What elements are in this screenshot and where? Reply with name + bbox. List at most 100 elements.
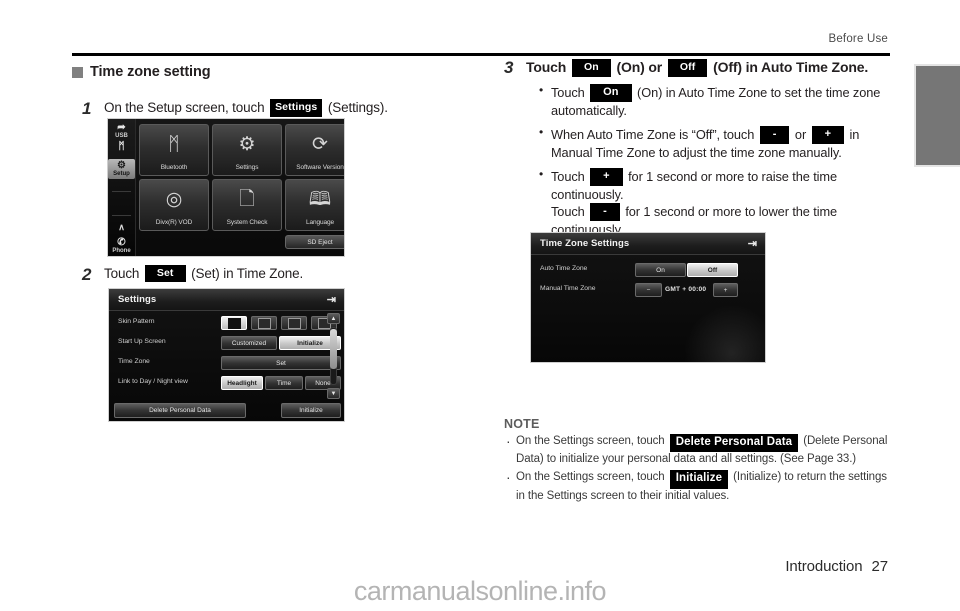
- skin-swatch-1[interactable]: [221, 316, 247, 330]
- sidebar-item-bluetooth[interactable]: ᛗ: [108, 141, 135, 152]
- row-skin-pattern-label: Skin Pattern: [118, 318, 155, 325]
- footer-page-number: 27: [871, 558, 889, 575]
- note-item: On the Settings screen, touch Initialize…: [504, 468, 896, 504]
- step-3-bullet-list: Touch On (On) in Auto Time Zone to set t…: [536, 83, 896, 238]
- time-zone-set-button[interactable]: Set: [221, 356, 341, 370]
- tile-divx-vod[interactable]: ◎ Divx(R) VOD: [139, 179, 209, 231]
- row-manual-time-zone: Manual Time Zone − GMT + 00:00 +: [531, 281, 765, 299]
- scroll-down-arrow-icon[interactable]: ▼: [327, 388, 340, 399]
- tile-system-check-label: System Check: [226, 219, 268, 226]
- note-title: NOTE: [504, 416, 540, 431]
- skin-swatch-2[interactable]: [251, 316, 277, 330]
- settings-title-bar: Settings ⇥: [109, 289, 344, 311]
- back-arrow-icon[interactable]: ⇥: [327, 295, 336, 306]
- step-3-text-before: Touch: [526, 59, 567, 75]
- usb-icon: ➦: [117, 122, 126, 133]
- section-edge-tab: [914, 64, 960, 167]
- tile-settings[interactable]: ⚙ Settings: [212, 124, 282, 176]
- manual-time-zone-value: GMT + 00:00: [665, 286, 707, 293]
- daynight-headlight-button[interactable]: Headlight: [221, 376, 263, 390]
- step-2-text: Touch Set (Set) in Time Zone.: [104, 264, 472, 283]
- auto-time-zone-off-button[interactable]: Off: [687, 263, 738, 277]
- step-1-key-settings: Settings: [270, 99, 323, 117]
- sidebar-item-usb[interactable]: ➦ USB: [108, 122, 135, 139]
- settings-bottom-bar: Delete Personal Data Initialize: [109, 403, 344, 418]
- sidebar-item-usb-label: USB: [115, 133, 128, 139]
- tile-divx-vod-label: Divx(R) VOD: [155, 219, 193, 226]
- time-zone-screen-figure: Time Zone Settings ⇥ Auto Time Zone On O…: [530, 232, 766, 363]
- bluetooth-icon: ᛗ: [118, 141, 125, 152]
- setup-screen-figure: ➦ USB ᛗ ⚙ Setup ∧ ✆ Phone ᛗ Bluetooth ⚙ …: [107, 118, 345, 257]
- settings-initialize-button[interactable]: Initialize: [281, 403, 341, 418]
- manual-time-zone-minus-button[interactable]: −: [635, 283, 662, 297]
- timezone-title: Time Zone Settings: [540, 238, 630, 249]
- disc-icon: ◎: [165, 189, 183, 210]
- step-1: 1 On the Setup screen, touch Settings (S…: [82, 99, 472, 119]
- bluetooth-icon: ᛗ: [168, 134, 180, 155]
- step-2: 2 Touch Set (Set) in Time Zone.: [82, 264, 472, 285]
- auto-time-zone-on-button[interactable]: On: [635, 263, 686, 277]
- delete-personal-data-button[interactable]: Delete Personal Data: [114, 403, 246, 418]
- setup-gear-icon: ⚙: [117, 160, 126, 171]
- step-2-text-before: Touch: [104, 265, 140, 281]
- sd-eject-button[interactable]: SD Eject: [285, 235, 344, 249]
- inline-key-: +: [590, 167, 623, 186]
- tile-language[interactable]: 🕮 Language: [285, 179, 344, 231]
- setup-sidebar: ➦ USB ᛗ ⚙ Setup ∧ ✆ Phone: [108, 119, 136, 256]
- sidebar-item-setup[interactable]: ⚙ Setup: [108, 159, 135, 179]
- settings-scrollbar[interactable]: ▲ ▼: [327, 313, 340, 399]
- tile-system-check[interactable]: 🗋 System Check: [212, 179, 282, 231]
- inline-key-initialize: Initialize: [669, 470, 729, 489]
- step-3-number: 3: [504, 58, 514, 77]
- running-head: Before Use: [828, 33, 888, 45]
- row-startup-screen-label: Start Up Screen: [118, 338, 166, 345]
- step-3-text: Touch On (On) or Off (Off) in Auto Time …: [526, 58, 896, 77]
- tile-language-label: Language: [305, 219, 335, 226]
- note-block: NOTE On the Settings screen, touch Delet…: [504, 417, 896, 505]
- row-day-night-link-label: Link to Day / Night view: [118, 378, 188, 385]
- inline-key-: -: [759, 125, 790, 144]
- footer-section: Introduction: [785, 558, 863, 575]
- step-1-text-before: On the Setup screen, touch: [104, 100, 265, 115]
- timezone-title-bar: Time Zone Settings ⇥: [531, 233, 765, 255]
- section-heading: Time zone setting: [72, 64, 472, 80]
- daynight-time-button[interactable]: Time: [265, 376, 303, 390]
- step-3-bullet-item: Touch + for 1 second or more to raise th…: [536, 167, 896, 238]
- row-manual-time-zone-label: Manual Time Zone: [540, 285, 596, 292]
- sidebar-item-setup-label: Setup: [113, 171, 130, 177]
- tile-bluetooth[interactable]: ᛗ Bluetooth: [139, 124, 209, 176]
- step-2-text-after: (Set) in Time Zone.: [191, 265, 304, 281]
- refresh-circular-arrow-icon: ⟳: [312, 134, 328, 155]
- tile-software-version-label: Software Version: [296, 164, 344, 171]
- step-3-text-after: (Off) in Auto Time Zone.: [713, 59, 869, 75]
- sidebar-item-scroll-up[interactable]: ∧: [108, 222, 135, 233]
- row-day-night-link: Link to Day / Night view Headlight Time …: [109, 374, 344, 392]
- row-auto-time-zone: Auto Time Zone On Off: [531, 261, 765, 279]
- settings-screen-figure: Settings ⇥ Skin Pattern Start Up Screen …: [108, 288, 345, 422]
- step-3-key-on: On: [571, 59, 611, 77]
- manual-page: Before Use Time zone setting 1 On the Se…: [0, 0, 960, 611]
- scrollbar-thumb[interactable]: [330, 329, 337, 369]
- back-arrow-icon[interactable]: ⇥: [748, 239, 757, 250]
- section-bullet-square-icon: [72, 66, 83, 78]
- row-auto-time-zone-label: Auto Time Zone: [540, 265, 588, 272]
- skin-swatch-3[interactable]: [281, 316, 307, 330]
- sidebar-item-phone[interactable]: ✆ Phone: [108, 237, 135, 254]
- scroll-up-arrow-icon[interactable]: ▲: [327, 313, 340, 324]
- footer: Introduction 27: [785, 558, 888, 575]
- row-skin-pattern: Skin Pattern: [109, 314, 344, 332]
- step-1-text-after: (Settings).: [327, 100, 388, 115]
- sidebar-divider: [112, 215, 131, 216]
- phone-icon: ✆: [117, 237, 126, 248]
- startup-customized-button[interactable]: Customized: [221, 336, 277, 350]
- sidebar-item-phone-label: Phone: [112, 248, 131, 254]
- step-3-key-off: Off: [667, 59, 708, 77]
- open-book-icon: 🕮: [308, 189, 332, 210]
- setup-tile-grid: ᛗ Bluetooth ⚙ Settings ⟳ Software Versio…: [139, 124, 344, 252]
- manual-time-zone-plus-button[interactable]: +: [713, 283, 738, 297]
- screen-glare: [677, 298, 765, 362]
- up-arrow-icon: ∧: [118, 222, 125, 232]
- row-time-zone-label: Time Zone: [118, 358, 150, 365]
- settings-gear-wrench-icon: ⚙: [238, 134, 256, 155]
- tile-software-version[interactable]: ⟳ Software Version: [285, 124, 344, 176]
